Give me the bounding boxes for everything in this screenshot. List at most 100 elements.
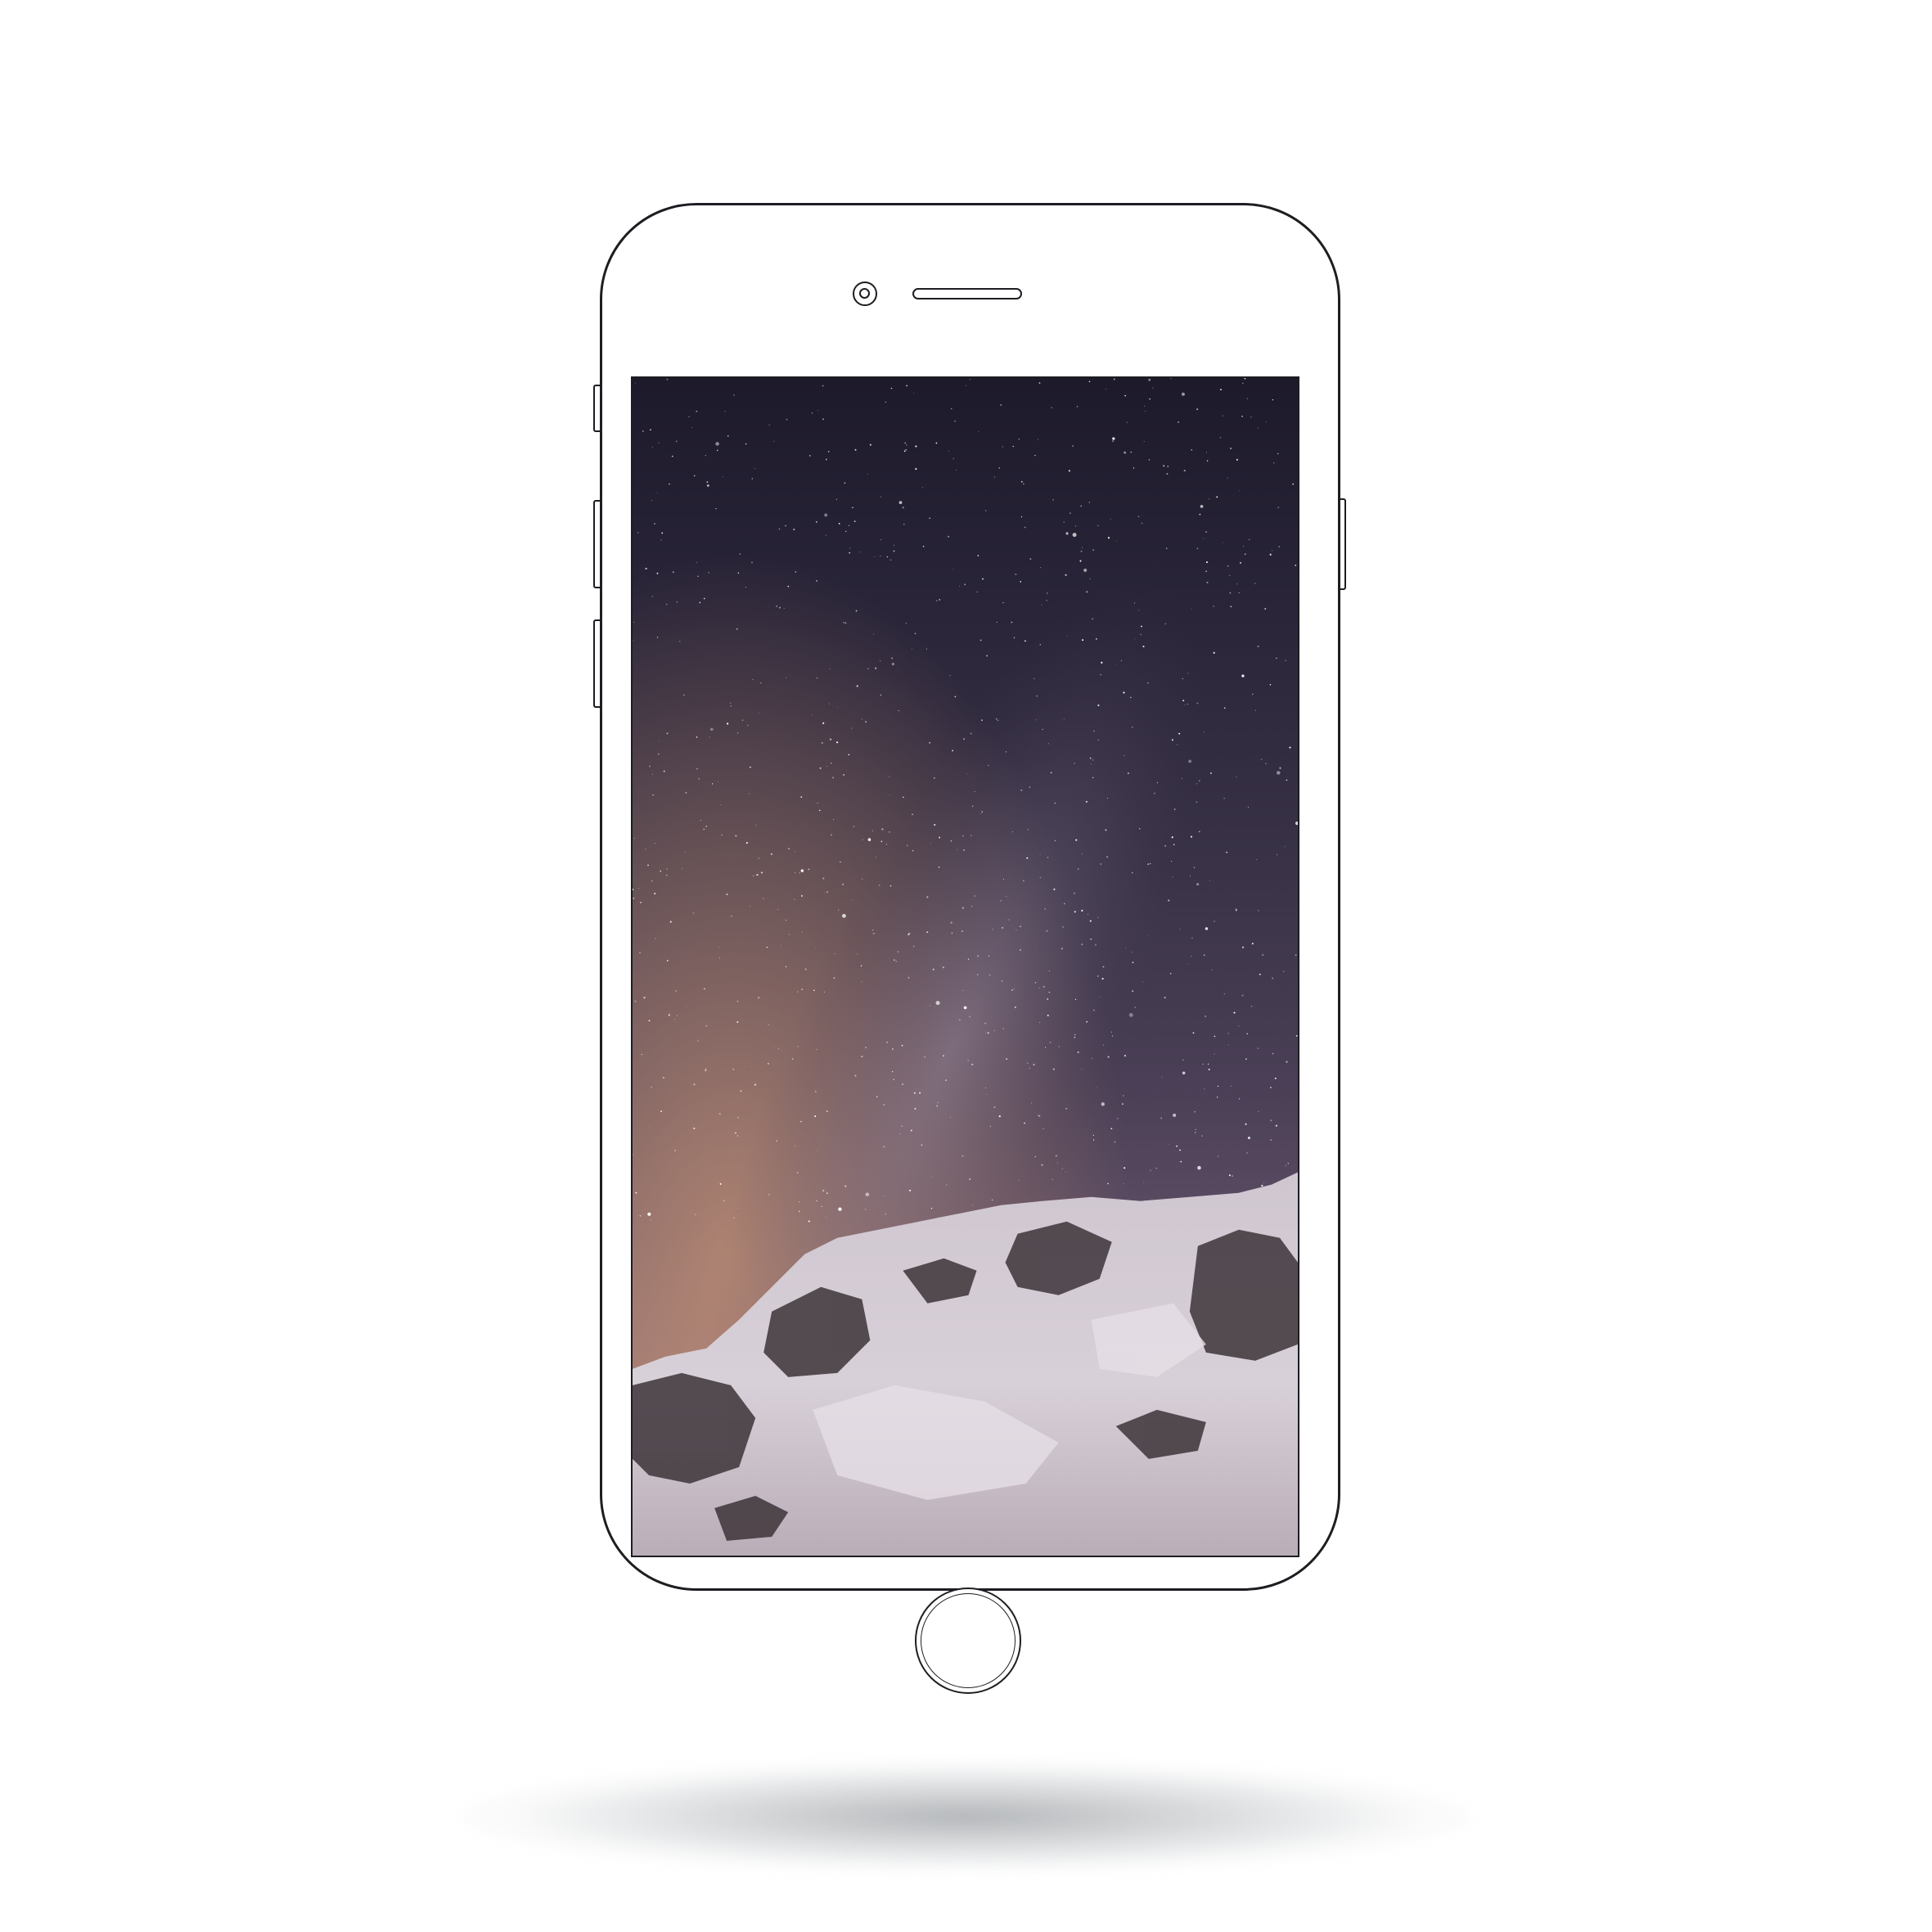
star bbox=[1020, 516, 1023, 518]
star bbox=[942, 966, 944, 969]
phone-screen[interactable] bbox=[631, 376, 1299, 1557]
star bbox=[1012, 445, 1014, 448]
star bbox=[1164, 623, 1167, 625]
star bbox=[952, 569, 953, 570]
star bbox=[633, 897, 635, 899]
star bbox=[718, 947, 719, 948]
star bbox=[1105, 829, 1107, 831]
star bbox=[1043, 985, 1045, 988]
star bbox=[737, 732, 739, 734]
star bbox=[1263, 1182, 1264, 1184]
star bbox=[1110, 518, 1111, 520]
star bbox=[1132, 990, 1134, 992]
star bbox=[1256, 858, 1258, 861]
star bbox=[1252, 693, 1254, 696]
star bbox=[683, 694, 685, 696]
star bbox=[703, 988, 705, 990]
star bbox=[984, 1023, 986, 1025]
star bbox=[737, 1208, 739, 1209]
star bbox=[1190, 835, 1193, 838]
star bbox=[1092, 1134, 1094, 1136]
star bbox=[1052, 1178, 1053, 1180]
star bbox=[1283, 971, 1285, 972]
star bbox=[666, 378, 669, 381]
star bbox=[1205, 1015, 1207, 1017]
star bbox=[1122, 1103, 1124, 1105]
star bbox=[1276, 657, 1277, 659]
star bbox=[663, 770, 665, 772]
star bbox=[816, 677, 818, 679]
star bbox=[1206, 452, 1207, 453]
star bbox=[816, 1200, 818, 1202]
star bbox=[1173, 808, 1176, 810]
star bbox=[1178, 732, 1181, 735]
star bbox=[871, 830, 874, 832]
star bbox=[654, 892, 656, 894]
star bbox=[1047, 743, 1049, 745]
star bbox=[980, 813, 982, 815]
star bbox=[1133, 467, 1135, 469]
star bbox=[752, 678, 754, 681]
star bbox=[1182, 678, 1183, 680]
star bbox=[1013, 637, 1016, 638]
star bbox=[1226, 851, 1227, 853]
star bbox=[1196, 702, 1199, 705]
star bbox=[993, 476, 995, 478]
star bbox=[906, 385, 907, 387]
star bbox=[1026, 857, 1029, 859]
star bbox=[903, 450, 906, 453]
star bbox=[718, 1113, 721, 1115]
star bbox=[1206, 581, 1209, 583]
star bbox=[1227, 1044, 1229, 1046]
star bbox=[1005, 751, 1007, 753]
star bbox=[812, 714, 813, 716]
star bbox=[676, 1015, 678, 1016]
star bbox=[760, 682, 762, 684]
star bbox=[905, 448, 907, 451]
star bbox=[835, 498, 837, 500]
star bbox=[726, 893, 728, 896]
star bbox=[788, 848, 790, 850]
star bbox=[1128, 1013, 1133, 1017]
star bbox=[1081, 909, 1083, 912]
star bbox=[961, 930, 963, 932]
star bbox=[819, 809, 821, 812]
star bbox=[1227, 1033, 1229, 1034]
star bbox=[660, 1110, 663, 1113]
home-button-icon[interactable] bbox=[915, 1587, 1021, 1694]
star bbox=[634, 1000, 637, 1002]
star bbox=[1259, 973, 1261, 975]
star bbox=[951, 408, 952, 410]
star bbox=[1247, 806, 1249, 808]
star bbox=[730, 702, 732, 704]
star bbox=[822, 877, 825, 880]
star bbox=[838, 909, 840, 911]
star bbox=[995, 718, 998, 720]
star bbox=[693, 1083, 696, 1086]
star bbox=[963, 738, 965, 740]
star bbox=[1198, 780, 1200, 782]
star bbox=[824, 892, 826, 894]
star bbox=[838, 523, 840, 525]
star bbox=[1241, 946, 1245, 948]
star bbox=[697, 575, 699, 577]
wallpaper-image bbox=[633, 378, 1298, 1556]
star bbox=[910, 1129, 912, 1132]
star bbox=[984, 510, 987, 511]
star bbox=[1024, 640, 1026, 642]
star bbox=[829, 703, 831, 705]
star bbox=[998, 1115, 1001, 1118]
star bbox=[745, 841, 748, 844]
star bbox=[740, 1090, 742, 1092]
star bbox=[1262, 954, 1264, 956]
star bbox=[730, 705, 732, 707]
star bbox=[1094, 943, 1097, 946]
star bbox=[854, 1074, 857, 1077]
star bbox=[1148, 458, 1151, 461]
star bbox=[880, 496, 882, 498]
star bbox=[838, 1207, 842, 1211]
star bbox=[889, 831, 890, 833]
star bbox=[791, 1058, 794, 1060]
star bbox=[971, 905, 973, 907]
star bbox=[793, 528, 795, 531]
